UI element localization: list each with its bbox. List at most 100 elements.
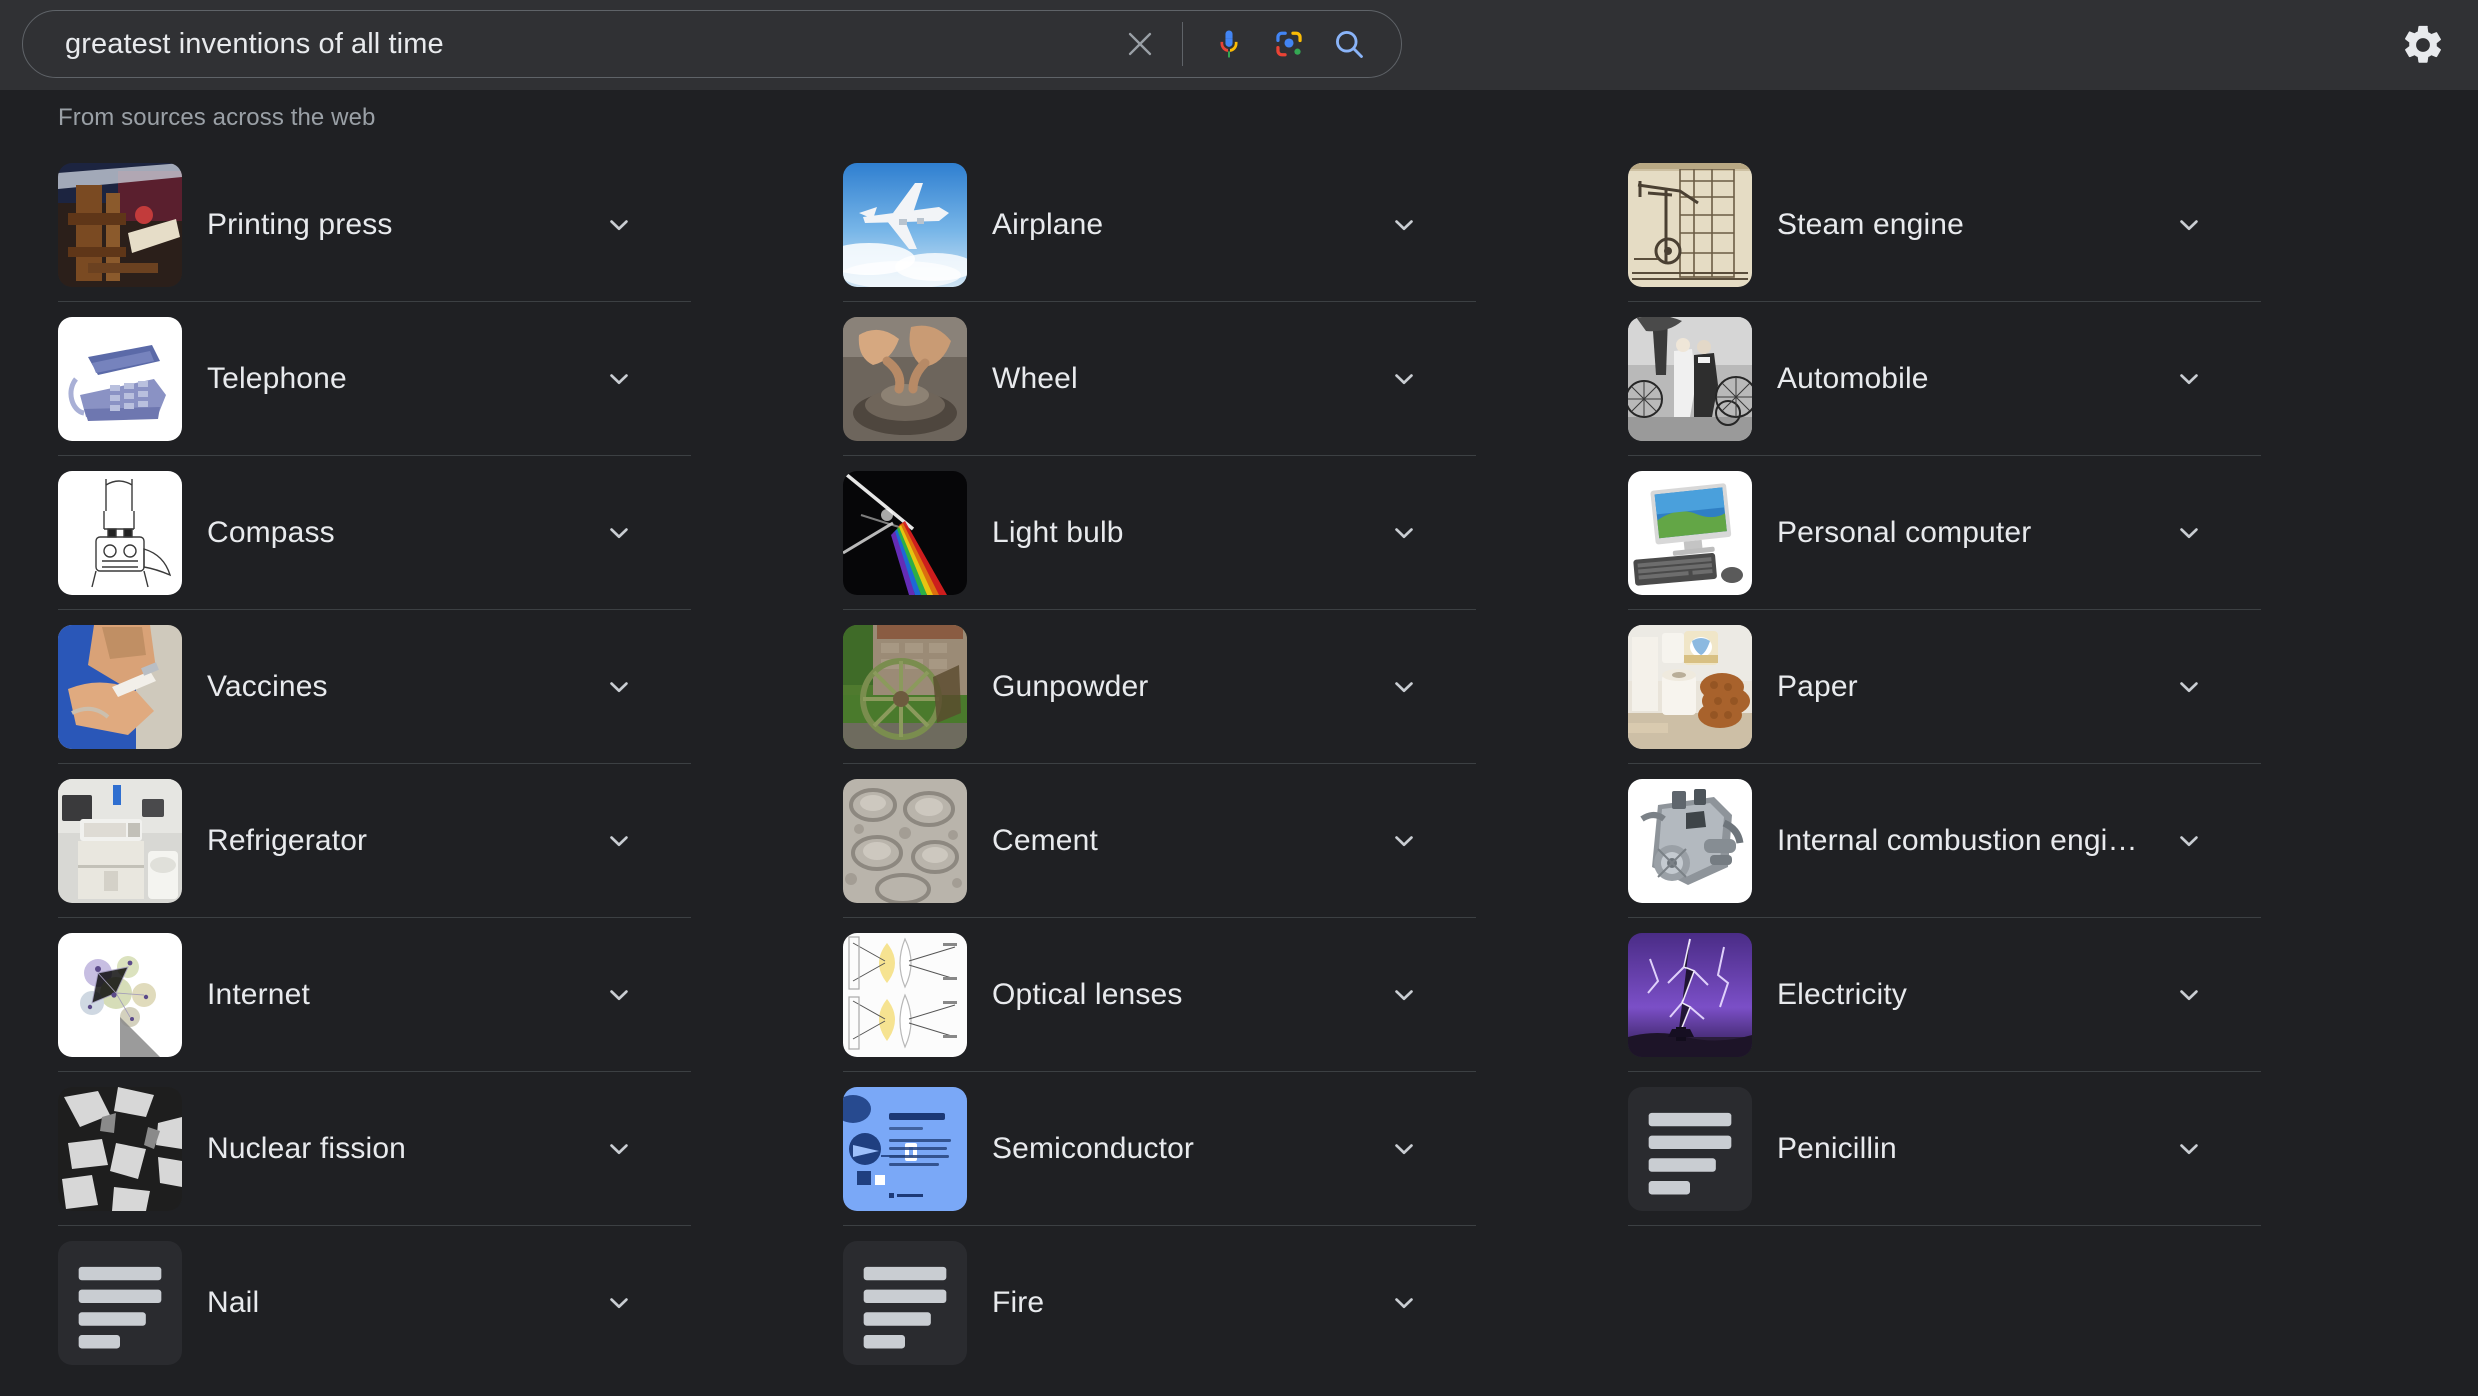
invention-label: Vaccines [207,670,328,703]
list-item[interactable]: Wheel [843,302,1476,456]
search-header [0,0,2478,90]
expand-button[interactable] [2167,203,2211,247]
invention-row-light-bulb[interactable]: Light bulb [843,456,1476,610]
list-item[interactable]: Vaccines [58,610,691,764]
expand-button[interactable] [597,1127,641,1171]
paper-rolls-photo [1628,625,1752,749]
personal-computer-thumbnail [1628,471,1752,595]
invention-label: Nuclear fission [207,1132,406,1165]
invention-row-vaccines[interactable]: Vaccines [58,610,691,764]
search-input[interactable] [23,27,1112,61]
list-item[interactable]: Penicillin [1628,1072,2261,1226]
invention-row-wheel[interactable]: Wheel [843,302,1476,456]
invention-row-telephone[interactable]: Telephone [58,302,691,456]
invention-row-printing-press[interactable]: Printing press [58,148,691,302]
search-bar[interactable] [22,10,1402,78]
expand-button[interactable] [1382,665,1426,709]
list-item[interactable]: Optical lenses [843,918,1476,1072]
list-item[interactable]: Printing press [58,148,691,302]
compass-drawing [58,471,182,595]
expand-button[interactable] [2167,819,2211,863]
invention-row-personal-computer[interactable]: Personal computer [1628,456,2261,610]
invention-row-refrigerator[interactable]: Refrigerator [58,764,691,918]
invention-row-penicillin[interactable]: Penicillin [1628,1072,2261,1226]
list-item[interactable]: Cement [843,764,1476,918]
invention-label: Refrigerator [207,824,368,857]
list-item[interactable]: Gunpowder [843,610,1476,764]
expand-button[interactable] [597,203,641,247]
list-item[interactable]: Personal computer [1628,456,2261,610]
engine-thumbnail [1628,779,1752,903]
chevron-down-icon [1395,374,1413,385]
list-item[interactable]: Nail [58,1226,691,1380]
invention-row-steam-engine[interactable]: Steam engine [1628,148,2261,302]
expand-button[interactable] [2167,973,2211,1017]
expand-button[interactable] [2167,511,2211,555]
clear-search-button[interactable] [1112,16,1168,72]
expand-button[interactable] [1382,357,1426,401]
expand-button[interactable] [1382,819,1426,863]
invention-row-airplane[interactable]: Airplane [843,148,1476,302]
list-item[interactable]: Internet [58,918,691,1072]
invention-row-internal-combustion-engine[interactable]: Internal combustion engi… [1628,764,2261,918]
list-item[interactable]: Refrigerator [58,764,691,918]
chevron-down-icon [1395,836,1413,847]
invention-label: Wheel [992,362,1078,395]
chevron-down-icon [610,1144,628,1155]
search-submit-button[interactable] [1319,14,1379,74]
expand-button[interactable] [1382,203,1426,247]
invention-row-electricity[interactable]: Electricity [1628,918,2261,1072]
list-item[interactable]: Automobile [1628,302,2261,456]
list-item[interactable]: Steam engine [1628,148,2261,302]
invention-row-cement[interactable]: Cement [843,764,1476,918]
invention-row-internet[interactable]: Internet [58,918,691,1072]
settings-button[interactable] [2396,18,2450,72]
wheel-thumbnail [843,317,967,441]
list-item[interactable]: Telephone [58,302,691,456]
list-item[interactable]: Semiconductor [843,1072,1476,1226]
invention-row-nuclear-fission[interactable]: Nuclear fission [58,1072,691,1226]
refrigerator-thumbnail [58,779,182,903]
early-automobile-photo [1628,317,1752,441]
list-item[interactable]: Airplane [843,148,1476,302]
gear-icon [2405,25,2441,63]
invention-row-paper[interactable]: Paper [1628,610,2261,764]
expand-button[interactable] [1382,1127,1426,1171]
chevron-down-icon [2180,220,2198,231]
invention-row-semiconductor[interactable]: Semiconductor [843,1072,1476,1226]
invention-row-nail[interactable]: Nail [58,1226,691,1380]
chevron-down-icon [2180,1144,2198,1155]
expand-button[interactable] [1382,1281,1426,1325]
expand-button[interactable] [597,511,641,555]
invention-row-compass[interactable]: Compass [58,456,691,610]
expand-button[interactable] [597,357,641,401]
expand-button[interactable] [1382,511,1426,555]
expand-button[interactable] [2167,1127,2211,1171]
chevron-down-icon [610,528,628,539]
invention-row-automobile[interactable]: Automobile [1628,302,2261,456]
invention-row-gunpowder[interactable]: Gunpowder [843,610,1476,764]
chevron-down-icon [1395,220,1413,231]
list-item[interactable]: Nuclear fission [58,1072,691,1226]
google-lens-button[interactable] [1259,14,1319,74]
microphone-icon [1220,30,1238,58]
voice-search-button[interactable] [1199,14,1259,74]
list-item[interactable]: Electricity [1628,918,2261,1072]
invention-row-optical-lenses[interactable]: Optical lenses [843,918,1476,1072]
expand-button[interactable] [597,1281,641,1325]
expand-button[interactable] [597,973,641,1017]
expand-button[interactable] [2167,665,2211,709]
expand-button[interactable] [597,819,641,863]
expand-button[interactable] [597,665,641,709]
list-item[interactable]: Internal combustion engi… [1628,764,2261,918]
expand-button[interactable] [2167,357,2211,401]
chevron-down-icon [1395,990,1413,1001]
chevron-down-icon [610,682,628,693]
list-item[interactable]: Fire [843,1226,1476,1380]
list-item[interactable]: Paper [1628,610,2261,764]
expand-button[interactable] [1382,973,1426,1017]
list-item[interactable]: Light bulb [843,456,1476,610]
invention-row-fire[interactable]: Fire [843,1226,1476,1380]
list-item[interactable]: Compass [58,456,691,610]
internet-map-photo [58,933,182,1057]
